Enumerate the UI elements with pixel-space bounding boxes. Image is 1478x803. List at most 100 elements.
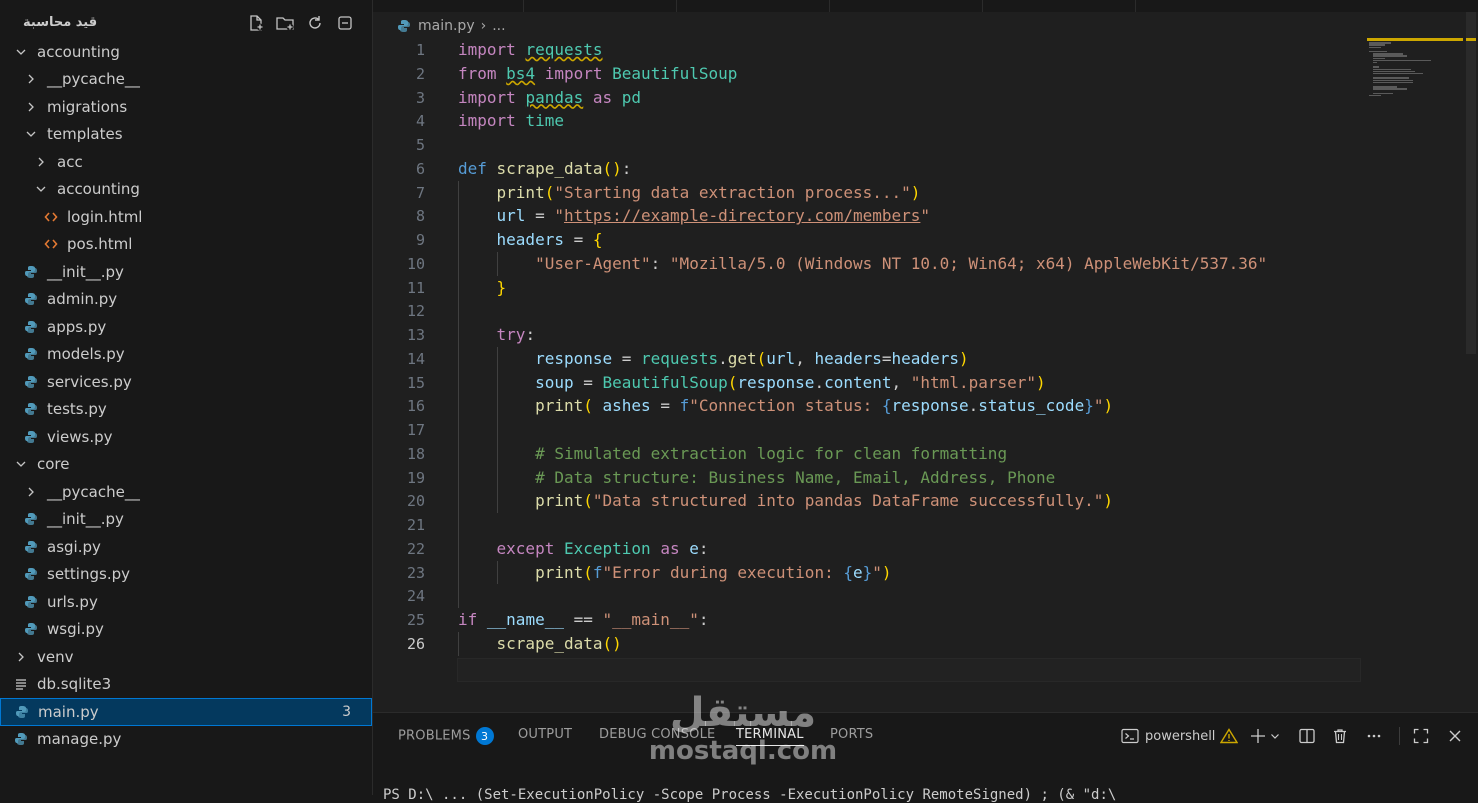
line-number: 10 [406,254,425,273]
panel-tab-problems[interactable]: PROBLEMS 3 [398,727,494,745]
refresh-icon[interactable] [305,13,325,33]
panel-tab-terminal[interactable]: TERMINAL [736,727,804,746]
code-text: import pandas as pd [458,87,642,107]
tree-folder[interactable]: __pycache__ [0,66,372,94]
tree-folder[interactable]: templates [0,121,372,149]
panel-tab-ports[interactable]: PORTS [830,727,873,742]
panel-tab-output[interactable]: OUTPUT [518,727,572,742]
code-text: def scrape_data(): [458,158,632,178]
code-line[interactable]: 8 url = "https://example-directory.com/m… [373,204,1373,228]
tree-file[interactable]: urls.py [0,588,372,616]
breadcrumb-separator: › [480,18,487,34]
tree-file[interactable]: apps.py [0,313,372,341]
tree-file[interactable]: wsgi.py [0,616,372,644]
minimap-line [1373,88,1407,90]
code-line[interactable]: 14 response = requests.get(url, headers=… [373,347,1373,371]
code-line[interactable]: 15 soup = BeautifulSoup(response.content… [373,371,1373,395]
code-text: if __name__ == "__main__": [458,610,709,629]
code-line[interactable]: 6 def scrape_data(): [373,157,1373,181]
tree-file[interactable]: main.py 3 [0,698,372,726]
tree-file[interactable]: __init__.py [0,258,372,286]
code-line[interactable]: 21 [373,513,1373,537]
code-line[interactable]: 18 # Simulated extraction logic for clea… [373,442,1373,466]
tree-item-label: accounting [57,180,140,199]
collapse-all-icon[interactable] [335,13,355,33]
tree-file[interactable]: settings.py [0,561,372,589]
code-line[interactable]: 26 scrape_data() [373,632,1373,656]
vertical-scrollbar[interactable] [1466,12,1476,354]
terminal-selector[interactable]: powershell [1121,725,1239,747]
chevron-right-icon [24,72,38,86]
tree-file[interactable]: db.sqlite3 [0,671,372,699]
code-line[interactable]: 24 [373,584,1373,608]
code-line[interactable]: 4 import time [373,109,1373,133]
code-line[interactable]: 1 import requests [373,38,1373,62]
code-line[interactable]: 9 headers = { [373,228,1373,252]
tree-file[interactable]: manage.py [0,726,372,754]
tree-file[interactable]: tests.py [0,396,372,424]
python-file-icon [24,347,38,361]
tree-file[interactable]: views.py [0,423,372,451]
tree-file[interactable]: admin.py [0,286,372,314]
chevron-right-icon [14,650,28,664]
kill-terminal-button[interactable] [1331,725,1349,747]
code-editor[interactable]: main.py › ... 1 import requests 2 from bs4 … [373,12,1478,712]
ellipsis-icon [1367,734,1381,738]
tree-item-label: wsgi.py [47,620,104,639]
code-line[interactable]: 17 [373,418,1373,442]
code-line[interactable]: 22 except Exception as e: [373,537,1373,561]
code-line[interactable]: 10 "User-Agent": "Mozilla/5.0 (Windows N… [373,252,1373,276]
new-terminal-button[interactable] [1249,725,1281,747]
panel-tab-debug-console[interactable]: DEBUG CONSOLE [599,727,715,742]
breadcrumb-symbols[interactable]: ... [492,18,505,34]
code-line[interactable]: 7 print("Starting data extraction proces… [373,181,1373,205]
terminal-icon [1121,728,1139,744]
tree-file[interactable]: login.html [0,203,372,231]
panel-tab-label: TERMINAL [736,727,804,742]
code-line[interactable]: 23 print(f"Error during execution: {e}") [373,561,1373,585]
minimap-line [1373,59,1431,62]
split-terminal-button[interactable] [1298,725,1316,747]
current-line-highlight [457,658,1361,682]
tree-file[interactable]: asgi.py [0,533,372,561]
chevron-right-icon [34,155,48,169]
breadcrumb-file[interactable]: main.py [418,18,475,34]
code-line[interactable]: 2 from bs4 import BeautifulSoup [373,62,1373,86]
tree-folder[interactable]: accounting [0,176,372,204]
tree-folder[interactable]: acc [0,148,372,176]
code-line[interactable]: 20 print("Data structured into pandas Da… [373,489,1373,513]
chevron-down-icon [14,457,28,471]
new-folder-icon[interactable] [275,13,295,33]
code-line[interactable]: 13 try: [373,323,1373,347]
tree-file[interactable]: __init__.py [0,506,372,534]
code-line[interactable]: 25 if __name__ == "__main__": [373,608,1373,632]
code-line[interactable]: 16 print( ashes = f"Connection status: {… [373,394,1373,418]
more-actions-button[interactable] [1365,725,1383,747]
new-file-icon[interactable] [246,13,266,33]
tree-file[interactable]: models.py [0,341,372,369]
line-number: 24 [406,587,425,606]
code-line[interactable]: 5 [373,133,1373,157]
python-file-icon [24,512,38,526]
tree-folder[interactable]: venv [0,643,372,671]
tree-file[interactable]: services.py [0,368,372,396]
tree-folder[interactable]: core [0,451,372,479]
minimap-line [1373,62,1377,64]
tree-item-label: views.py [47,427,113,446]
tree-folder[interactable]: migrations [0,93,372,121]
terminal-output-line[interactable]: PS D:\ ... (Set-ExecutionPolicy -Scope P… [383,787,1116,803]
close-panel-button[interactable] [1446,725,1464,747]
tree-item-label: venv [37,647,74,666]
tree-file[interactable]: pos.html [0,231,372,259]
tree-folder[interactable]: __pycache__ [0,478,372,506]
code-line[interactable]: 11 } [373,276,1373,300]
line-number: 12 [406,302,425,321]
code-line[interactable]: 3 import pandas as pd [373,86,1373,110]
code-line[interactable]: 19 # Data structure: Business Name, Emai… [373,466,1373,490]
code-line[interactable]: 12 [373,299,1373,323]
minimap[interactable] [1367,38,1465,98]
tree-folder[interactable]: accounting [0,38,372,66]
maximize-panel-button[interactable] [1412,725,1430,747]
minimap-line [1373,86,1397,88]
indent-guide [458,180,459,608]
